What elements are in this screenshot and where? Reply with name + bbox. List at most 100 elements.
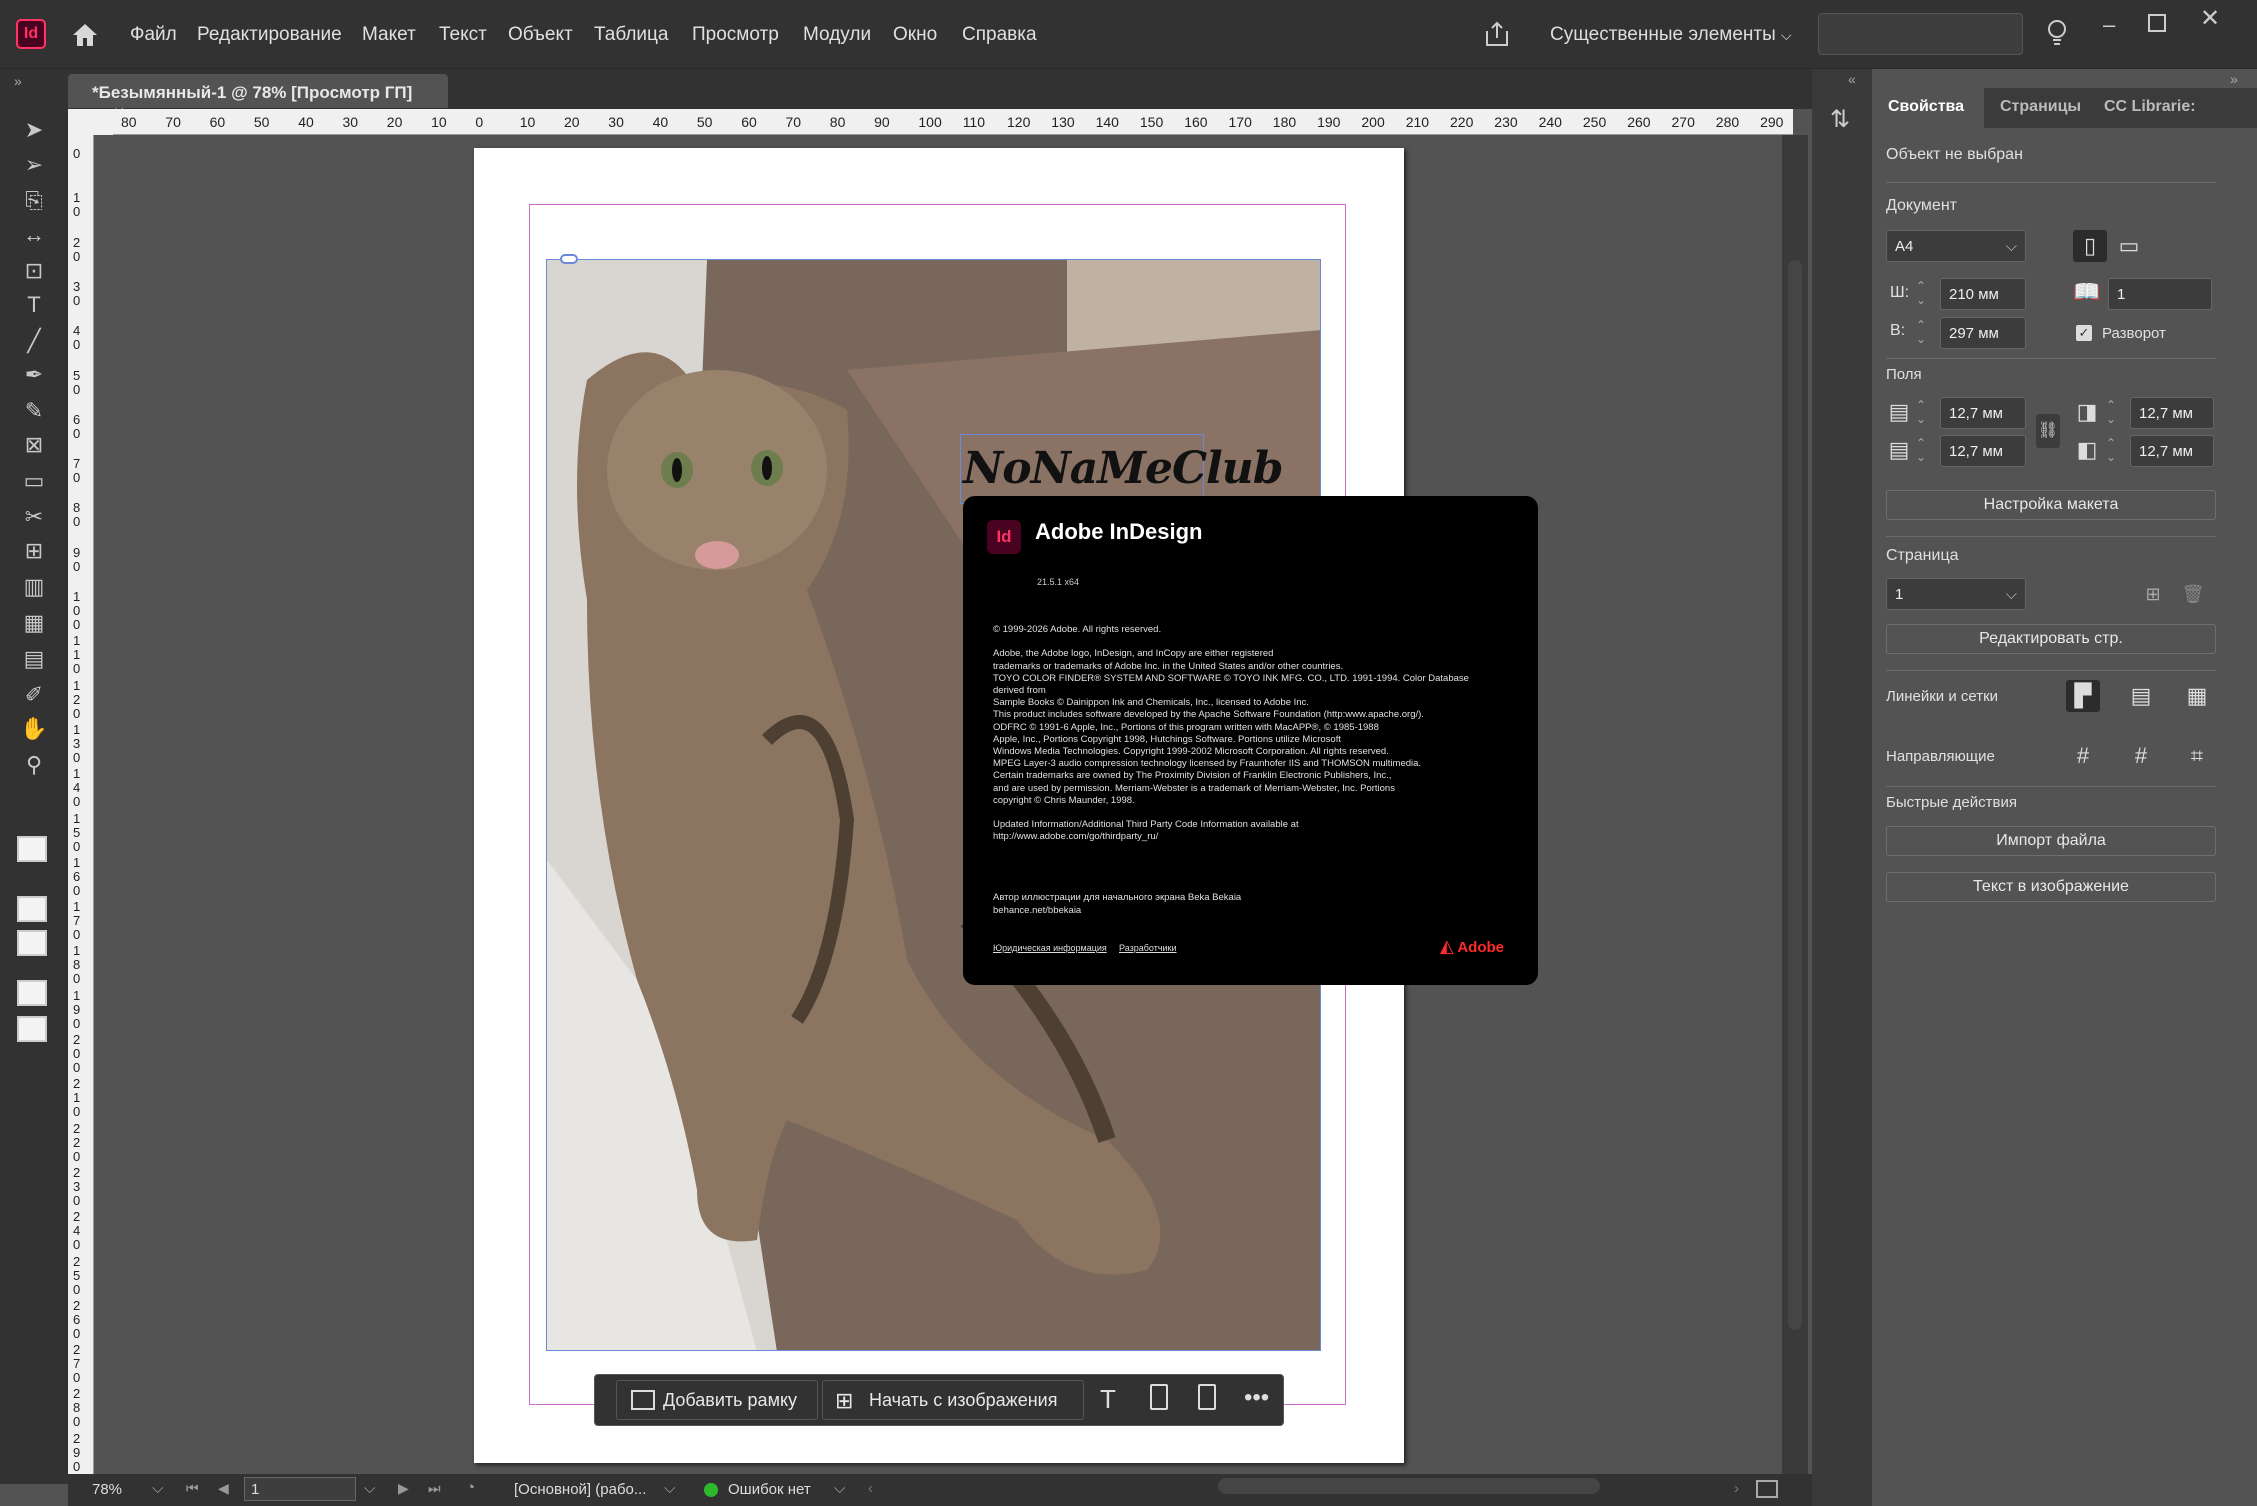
last-page-icon[interactable]: ⏭ [428,1480,441,1497]
delete-page-icon[interactable]: 🗑 [2176,578,2210,610]
direct-selection-tool-icon[interactable]: ➢ [17,152,51,182]
tab-pages[interactable]: Страницы [2000,98,2081,116]
preflight-icon[interactable]: ◔ [466,1479,475,1496]
margin-bottom-field[interactable]: 12,7 мм [1940,435,2026,467]
menu-4[interactable]: Объект [508,24,573,46]
page-size-select[interactable]: A4 ⌵ [1886,230,2026,262]
start-with-image-button[interactable]: ⊞ Начать с изображения [822,1380,1084,1420]
vertical-scroll-thumb[interactable] [1788,260,1802,1330]
menu-6[interactable]: Просмотр [692,24,779,46]
landscape-orientation-icon[interactable]: ▭ [2112,230,2146,262]
page-tool-icon[interactable]: ⎘ [17,188,51,218]
home-icon[interactable] [70,20,100,50]
formatting-affects-icon[interactable] [17,896,47,922]
tab-properties[interactable]: Свойства [1888,98,1964,116]
text-frame[interactable]: NoNaMeClub [960,434,1283,504]
note-tool-icon[interactable]: ▤ [17,646,51,676]
ruler-toggle-icon[interactable]: ▛ [2066,680,2100,712]
search-input[interactable] [1818,13,2023,55]
tab-cc-libraries[interactable]: CC Librarie: [2104,98,2196,116]
margin-right-field[interactable]: 12,7 мм [2130,397,2214,429]
margin-right-stepper-icon[interactable]: ⌃ ⌄ [2106,398,2116,426]
scroll-left-icon[interactable]: ‹ [868,1480,873,1497]
import-file-button[interactable]: Импорт файла [1886,826,2216,856]
margin-top-field[interactable]: 12,7 мм [1940,397,2026,429]
more-icon[interactable]: ••• [1244,1384,1269,1412]
page-select[interactable]: 1 ⌵ [1886,578,2026,610]
add-frame-button[interactable]: Добавить рамку [616,1380,818,1420]
about-dialog[interactable]: Id Adobe InDesign 21.5.1 x64 © 1999-2026… [963,496,1538,985]
horizontal-scroll-thumb[interactable] [1218,1478,1600,1494]
menu-3[interactable]: Текст [439,24,487,46]
page-icon[interactable] [1150,1384,1168,1410]
legal-link[interactable]: Юридическая информация [993,942,1107,954]
gradient-swatch-tool-icon[interactable]: ▥ [17,574,51,604]
width-stepper-icon[interactable]: ⌃ ⌄ [1916,279,1926,307]
type-tool-icon[interactable]: T [17,292,51,322]
menu-8[interactable]: Окно [893,24,937,46]
link-margins-icon[interactable]: ⛓ [2036,414,2060,448]
rectangle-tool-icon[interactable]: ▭ [17,468,51,498]
spread-checkbox[interactable]: ✓ [2076,325,2092,341]
style-dropdown-icon[interactable]: ⌵ [664,1480,675,1497]
maximize-icon[interactable] [2148,14,2166,32]
adjust-layout-button[interactable]: Настройка макета [1886,490,2216,520]
view-mode-icon[interactable] [17,1016,47,1042]
menu-5[interactable]: Таблица [594,24,669,46]
show-guides-icon[interactable]: # [2066,740,2100,772]
add-page-icon[interactable] [1198,1384,1216,1410]
scroll-right-icon[interactable]: › [1734,1480,1739,1497]
page-transitions-icon[interactable]: ⇅ [1830,105,1850,134]
collapse-toolbar-icon[interactable]: » [14,73,22,89]
add-page-icon[interactable]: ⊞ [2136,578,2170,610]
pen-tool-icon[interactable]: ✒ [17,362,51,392]
first-page-icon[interactable]: ⏮ [186,1480,199,1497]
lightbulb-icon[interactable] [2046,18,2068,50]
zoom-value[interactable]: 78% [92,1481,122,1498]
share-icon[interactable] [1482,20,1512,48]
horizontal-ruler[interactable]: 80 70 60 50 40 30 20 10 0 10 20 30 40 50 60 70 80 90 100 11… [113,109,1793,135]
pages-count-field[interactable]: 1 [2108,278,2212,310]
menu-9[interactable]: Справка [962,24,1037,46]
workspace-switcher[interactable]: Существенные элементы ⌵ [1550,24,1792,46]
baseline-grid-icon[interactable]: ▤ [2124,680,2158,712]
view-mode-icon[interactable] [1756,1480,1778,1498]
developers-link[interactable]: Разработчики [1119,942,1177,954]
page-number-input[interactable]: 1 [244,1477,356,1501]
vertical-ruler[interactable]: 0 10 20 30 40 50 60 70 80 90 100 110 120 130 140 150 160… [68,135,94,1478]
selection-tool-icon[interactable]: ➤ [17,117,51,147]
portrait-orientation-icon[interactable]: ▯ [2073,230,2107,262]
width-field[interactable]: 210 мм [1940,278,2026,310]
expand-panel-icon[interactable]: » [2230,71,2238,87]
content-collector-icon[interactable]: ⊡ [17,258,51,288]
error-status[interactable]: Ошибок нет [728,1481,811,1498]
rectangle-frame-tool-icon[interactable]: ⊠ [17,432,51,462]
menu-1[interactable]: Редактирование [197,24,342,46]
ruler-origin[interactable] [68,109,113,135]
line-tool-icon[interactable]: ╱ [17,328,51,358]
margin-bottom-stepper-icon[interactable]: ⌃ ⌄ [1916,436,1926,464]
minimize-icon[interactable]: – [2103,12,2115,38]
smart-guides-icon[interactable]: ⌗ [2180,740,2214,772]
lock-guides-icon[interactable]: # [2124,740,2158,772]
text-to-image-button[interactable]: Текст в изображение [1886,872,2216,902]
zoom-dropdown-icon[interactable]: ⌵ [152,1480,163,1497]
apply-none-icon[interactable] [17,930,47,956]
fill-stroke-swatch-icon[interactable] [17,836,47,862]
page-dropdown-icon[interactable]: ⌵ [364,1480,375,1497]
free-transform-tool-icon[interactable]: ⊞ [17,538,51,568]
zoom-tool-icon[interactable]: ⚲ [17,752,51,782]
menu-7[interactable]: Модули [803,24,871,46]
gradient-feather-tool-icon[interactable]: ▦ [17,610,51,640]
document-grid-icon[interactable]: ▦ [2180,680,2214,712]
menu-2[interactable]: Макет [362,24,416,46]
pencil-tool-icon[interactable]: ✎ [17,398,51,428]
hand-tool-icon[interactable]: ✋ [17,716,51,746]
screen-mode-icon[interactable] [17,980,47,1006]
scissors-tool-icon[interactable]: ✂ [17,504,51,534]
tab-document[interactable]: *Безымянный-1 @ 78% [Просмотр ГП] × [68,74,448,123]
link-icon[interactable] [560,254,578,264]
collapse-dock-icon[interactable]: « [1848,71,1856,87]
menu-0[interactable]: Файл [130,24,177,46]
gap-tool-icon[interactable]: ↔ [17,222,51,252]
